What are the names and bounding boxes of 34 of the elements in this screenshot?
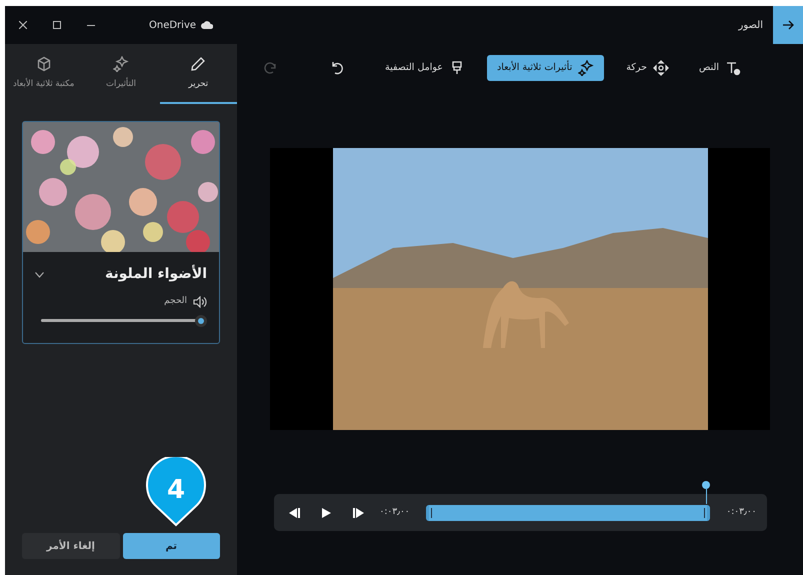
panel-tab[interactable]: تحرير — [160, 44, 237, 104]
cloud-icon — [201, 21, 214, 29]
done-button[interactable]: تم — [122, 533, 220, 559]
cancel-button[interactable]: إلغاء الأمر — [22, 533, 120, 559]
play-icon — [322, 508, 331, 518]
window-title: الصور — [738, 18, 763, 32]
arrow-right-icon — [782, 20, 794, 30]
speaker-icon — [193, 296, 207, 308]
close-icon[interactable] — [19, 21, 27, 29]
toolbar-button[interactable]: حركة — [618, 55, 677, 81]
toolbar-button[interactable]: تأثيرات ثلاثية الأبعاد — [486, 55, 604, 81]
cube-icon — [36, 56, 52, 72]
trim-track[interactable] — [426, 504, 710, 520]
step-forward-icon — [353, 508, 364, 518]
sparkle-icon — [578, 60, 594, 76]
step-callout: 4 — [145, 457, 207, 527]
move-icon — [652, 60, 669, 76]
cloud-label: OneDrive — [149, 18, 196, 32]
chevron-icon[interactable] — [35, 272, 44, 278]
start-time: ٠:٠٣٫٠٠ — [380, 506, 410, 519]
text-icon — [725, 60, 741, 76]
maximize-icon[interactable] — [53, 21, 61, 29]
step-back-icon — [289, 508, 300, 518]
toolbar-button[interactable]: عوامل التصفية — [377, 55, 473, 81]
toolbar-button[interactable]: النص — [690, 55, 749, 81]
volume-label: الحجم — [164, 295, 187, 308]
pencil-icon — [190, 56, 206, 72]
panel-tab[interactable]: التأثيرات — [82, 44, 160, 104]
sparkle-icon — [113, 56, 129, 72]
effect-title: الأضواء الملونة — [104, 264, 207, 284]
playhead-marker[interactable] — [702, 480, 710, 504]
panel-tab[interactable]: مكتبة ثلاثية الأبعاد — [5, 44, 82, 104]
end-time: ٠:٠٣٫٠٠ — [726, 506, 756, 519]
minimize-icon[interactable] — [87, 24, 95, 26]
